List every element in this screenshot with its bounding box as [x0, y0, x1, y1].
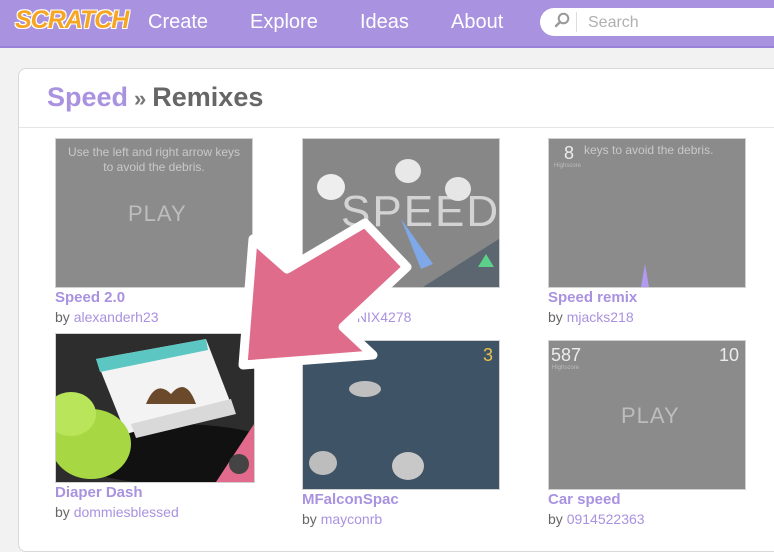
thumbnail-play-text: PLAY — [621, 403, 680, 428]
project-thumbnail-speed-remix[interactable]: 8 Highscore keys to avoid the debris. — [548, 138, 746, 288]
breadcrumb-project-link[interactable]: Speed — [47, 82, 128, 112]
project-author-line: by dommiesblessed — [55, 504, 179, 520]
project-author-link[interactable]: dommiesblessed — [74, 504, 179, 520]
project-title-link[interactable]: Speed remix — [548, 289, 637, 306]
project-thumbnail-speed-2[interactable]: Use the left and right arrow keys to avo… — [55, 138, 253, 288]
project-author-link[interactable]: mjacks218 — [567, 309, 634, 325]
project-author-line: by alexanderh23 — [55, 309, 159, 325]
project-title-link[interactable]: Speed 2.0 — [55, 289, 125, 306]
project-author-link[interactable]: alexanderh23 — [74, 309, 159, 325]
thumbnail-highscore-label: Highscore — [552, 365, 580, 371]
project-author-link[interactable]: 0914522363 — [567, 511, 645, 527]
search-box[interactable] — [540, 8, 774, 36]
annotation-arrow-icon — [238, 218, 412, 370]
project-author-line: by 0914522363 — [548, 511, 645, 527]
nav-about[interactable]: About — [451, 11, 503, 34]
project-title-link[interactable]: MFalconSpac — [302, 491, 399, 508]
page-subtitle: Remixes — [152, 82, 264, 112]
scratch-logo[interactable]: SCRATCH — [15, 6, 129, 35]
nav-explore[interactable]: Explore — [250, 11, 318, 34]
project-title-link[interactable]: Diaper Dash — [55, 484, 143, 501]
top-navigation-bar: SCRATCH Create Explore Ideas About — [0, 0, 774, 48]
project-author-line: by mjacks218 — [548, 309, 634, 325]
search-input[interactable] — [586, 12, 774, 34]
thumbnail-instructions: Use the left and right arrow keys to avo… — [67, 145, 241, 174]
thumbnail-score-right: 10 — [719, 345, 740, 365]
nav-ideas[interactable]: Ideas — [360, 11, 409, 34]
breadcrumb-separator: » — [134, 86, 147, 111]
project-author-link[interactable]: mayconrb — [321, 511, 382, 527]
page-title: Speed» Remixes — [47, 82, 263, 113]
thumbnail-score: 587 — [551, 345, 582, 365]
search-icon — [554, 12, 570, 28]
nav-create[interactable]: Create — [148, 11, 208, 34]
project-author-line: by mayconrb — [302, 511, 383, 527]
panel-header: Speed» Remixes — [19, 69, 774, 128]
project-thumbnail-car-speed[interactable]: 587 Highscore 10 PLAY — [548, 340, 746, 490]
project-title-link[interactable]: Car speed — [548, 491, 621, 508]
thumbnail-play-text: PLAY — [128, 201, 187, 226]
